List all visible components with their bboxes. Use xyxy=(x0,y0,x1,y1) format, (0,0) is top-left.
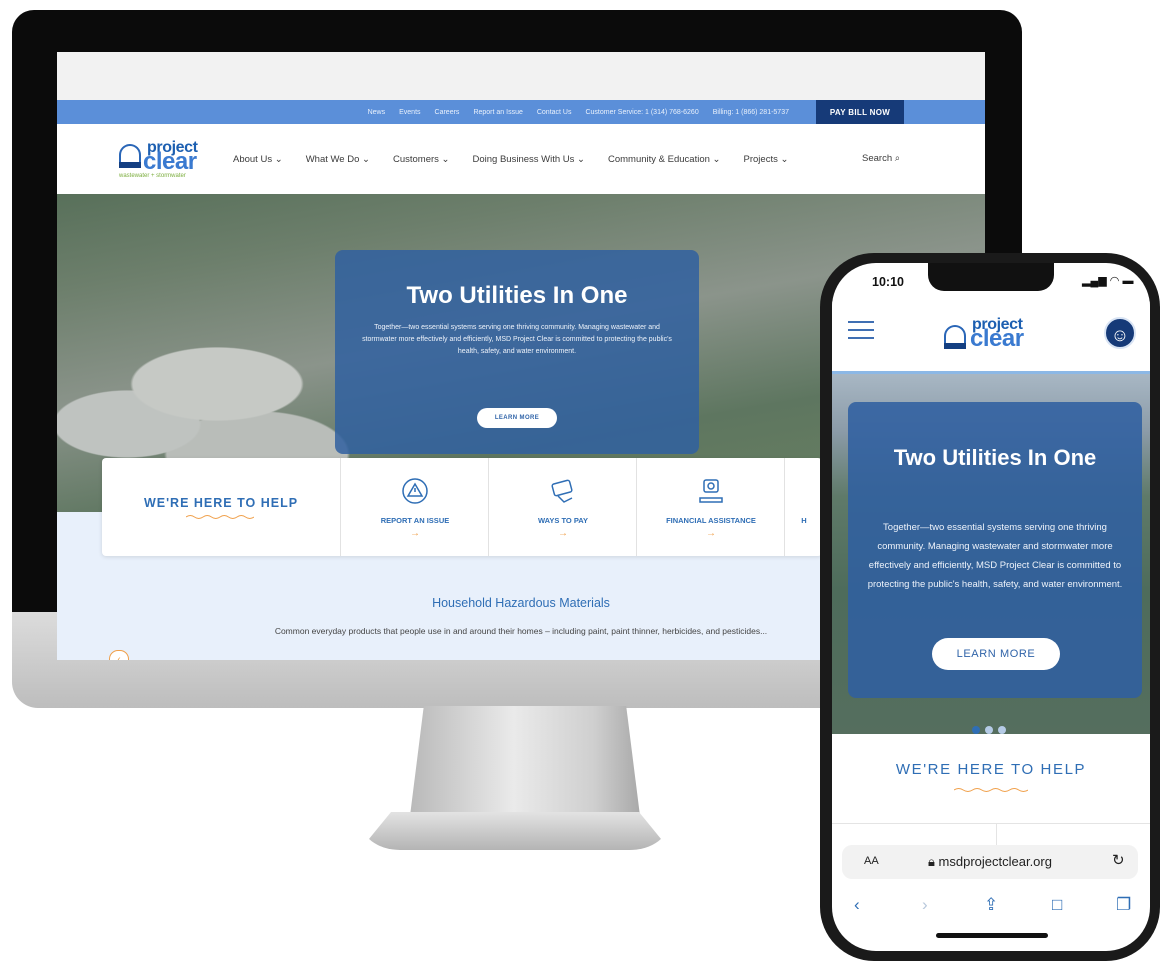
phone-screen: 10:10 ▂▄▆ ◠ ▬ project clear ☺ Two Utilit… xyxy=(832,263,1150,951)
help-item-label: WAYS TO PAY xyxy=(537,516,589,525)
carousel-dot[interactable] xyxy=(985,726,993,734)
utility-bar: News Events Careers Report an Issue Cont… xyxy=(57,100,985,124)
browser-toolbar: ‹ › ⇪ □ ❐ xyxy=(832,891,1150,921)
carousel-prev-icon[interactable]: ‹ xyxy=(109,650,129,660)
mobile-phone: 10:10 ▂▄▆ ◠ ▬ project clear ☺ Two Utilit… xyxy=(820,253,1160,961)
utility-link-careers[interactable]: Careers xyxy=(435,109,460,116)
help-item-ways-to-pay[interactable]: WAYS TO PAY → xyxy=(488,458,637,556)
divider xyxy=(832,823,1150,824)
hero-text: Together—two essential systems serving o… xyxy=(362,324,672,355)
logo-mark-base xyxy=(119,162,141,168)
wifi-icon: ◠ xyxy=(1109,275,1120,287)
main-navbar: project clear wastewater + stormwater Ab… xyxy=(57,124,985,194)
warning-icon xyxy=(402,478,428,504)
mobile-learn-more-button[interactable]: LEARN MORE xyxy=(932,638,1060,670)
help-item-report-issue[interactable]: REPORT AN ISSUE → xyxy=(340,458,489,556)
help-item-partial[interactable]: H xyxy=(784,458,823,556)
battery-icon: ▬ xyxy=(1122,275,1134,287)
back-icon[interactable]: ‹ xyxy=(854,895,860,915)
wave-divider-icon xyxy=(954,788,1028,792)
utility-link-report-issue[interactable]: Report an Issue xyxy=(473,109,522,116)
lock-icon: 🔒︎ xyxy=(928,854,939,869)
mobile-header: project clear ☺ xyxy=(832,301,1150,374)
mobile-hero-title: Two Utilities In One xyxy=(893,445,1097,470)
search-icon: ⌕ xyxy=(894,153,901,164)
payment-icon xyxy=(551,479,573,503)
help-strip: WE'RE HERE TO HELP REPORT AN ISSUE → WAY… xyxy=(102,458,822,556)
browser-url-bar[interactable]: AA 🔒︎ msdprojectclear.org ↻ xyxy=(842,845,1138,879)
status-icons: ▂▄▆ ◠ ▬ xyxy=(1082,274,1133,287)
help-item-label: REPORT AN ISSUE xyxy=(380,516,450,525)
forward-icon[interactable]: › xyxy=(922,895,928,915)
utility-link-news[interactable]: News xyxy=(368,109,386,116)
home-indicator xyxy=(936,933,1048,938)
mobile-hero-card: Two Utilities In One Together—two essent… xyxy=(848,402,1142,698)
arrow-right-icon: → xyxy=(410,528,420,539)
monitor-stand-base xyxy=(360,812,670,850)
carousel-dot[interactable] xyxy=(998,726,1006,734)
feature-text: Common everyday products that people use… xyxy=(274,626,768,636)
accessibility-icon[interactable]: ☺ xyxy=(1104,317,1136,349)
nav-menu: About Us ⌄ What We Do ⌄ Customers ⌄ Doin… xyxy=(233,154,788,165)
pay-bill-button[interactable]: PAY BILL NOW xyxy=(816,100,904,124)
hamburger-menu-icon[interactable] xyxy=(848,321,874,339)
carousel-dot-active[interactable] xyxy=(972,726,980,734)
help-item-label: H xyxy=(801,516,807,525)
mobile-hero: Two Utilities In One Together—two essent… xyxy=(832,374,1150,734)
status-time: 10:10 xyxy=(872,275,904,289)
help-title: WE'RE HERE TO HELP xyxy=(143,496,299,510)
phone-notch xyxy=(928,263,1054,291)
nav-item-doing-business[interactable]: Doing Business With Us ⌄ xyxy=(473,154,586,165)
arrow-right-icon: → xyxy=(706,528,716,539)
nav-item-projects[interactable]: Projects ⌄ xyxy=(744,154,789,165)
utility-links: News Events Careers Report an Issue Cont… xyxy=(368,100,789,124)
help-item-financial-assistance[interactable]: FINANCIAL ASSISTANCE → xyxy=(636,458,785,556)
logo-tagline: wastewater + stormwater xyxy=(119,173,186,179)
url-text: 🔒︎ msdprojectclear.org xyxy=(928,854,1052,870)
nav-item-customers[interactable]: Customers ⌄ xyxy=(393,154,450,165)
nav-item-community[interactable]: Community & Education ⌄ xyxy=(608,154,721,165)
reader-aa-button[interactable]: AA xyxy=(864,855,879,867)
utility-link-contact[interactable]: Contact Us xyxy=(537,109,572,116)
logo-word-clear: clear xyxy=(143,148,197,175)
arrow-right-icon: → xyxy=(558,528,568,539)
utility-link-billing[interactable]: Billing: 1 (866) 281-5737 xyxy=(713,109,789,116)
carousel-dots[interactable] xyxy=(972,726,1006,734)
signal-icon: ▂▄▆ xyxy=(1082,275,1107,287)
hero-card: Two Utilities In One Together—two essent… xyxy=(335,250,699,454)
utility-link-customer-service[interactable]: Customer Service: 1 (314) 768-6260 xyxy=(585,109,698,116)
help-item-label: FINANCIAL ASSISTANCE xyxy=(666,516,756,525)
nav-search-label: Search xyxy=(862,153,893,164)
bookmarks-icon[interactable]: □ xyxy=(1052,895,1062,915)
site-logo[interactable]: project clear wastewater + stormwater xyxy=(119,140,229,184)
nav-item-about[interactable]: About Us ⌄ xyxy=(233,154,283,165)
monitor-stand xyxy=(410,706,640,816)
tabs-icon[interactable]: ❐ xyxy=(1116,895,1131,915)
wave-divider-icon xyxy=(186,515,254,519)
logo-mark-base xyxy=(944,343,966,349)
share-icon[interactable]: ⇪ xyxy=(984,895,998,915)
mobile-help-title: WE'RE HERE TO HELP xyxy=(895,761,1087,778)
mobile-logo[interactable]: project clear xyxy=(944,315,1054,355)
mobile-hero-text: Together—two essential systems serving o… xyxy=(867,522,1123,590)
logo-word-clear: clear xyxy=(970,325,1024,352)
hero-title: Two Utilities In One xyxy=(406,282,628,309)
nav-item-what-we-do[interactable]: What We Do ⌄ xyxy=(306,154,370,165)
nav-search[interactable]: Search ⌕ xyxy=(862,153,900,164)
url-value: msdprojectclear.org xyxy=(938,854,1052,869)
utility-link-events[interactable]: Events xyxy=(399,109,420,116)
assistance-icon xyxy=(699,479,723,503)
reload-icon[interactable]: ↻ xyxy=(1112,851,1125,869)
hero-learn-more-button[interactable]: LEARN MORE xyxy=(477,408,557,428)
